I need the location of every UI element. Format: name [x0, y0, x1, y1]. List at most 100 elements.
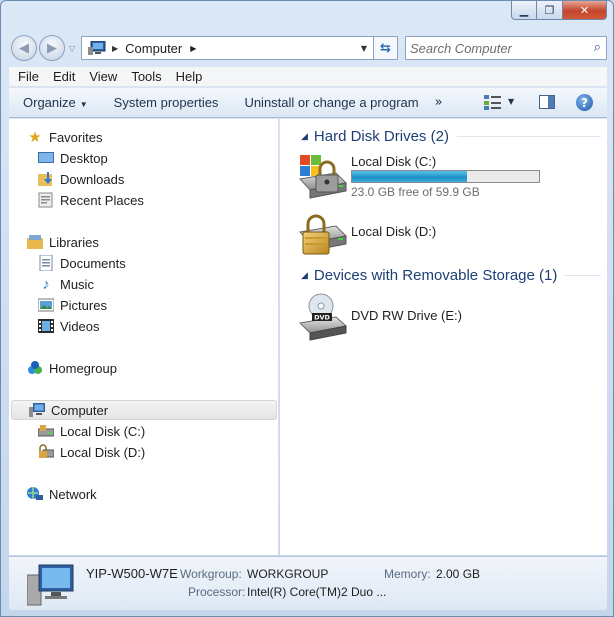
breadcrumb-separator-icon[interactable]: ▶	[112, 44, 118, 53]
content-pane: ◢ Hard Disk Drives (2) Local Disk (C:) 2…	[280, 119, 607, 555]
nav-computer-label: Computer	[51, 402, 109, 418]
close-button[interactable]: ✕	[563, 1, 607, 20]
memory-label: Memory:	[384, 567, 431, 581]
group-divider	[565, 275, 601, 276]
collapse-triangle-icon[interactable]: ◢	[301, 132, 308, 142]
nav-local-disk-d-label: Local Disk (D:)	[60, 444, 146, 460]
back-button[interactable]: ◀	[11, 35, 37, 61]
restore-icon: ❐	[544, 3, 555, 17]
uninstall-program-button[interactable]: Uninstall or change a program	[236, 95, 426, 110]
nav-homegroup-label: Homegroup	[49, 360, 117, 376]
search-input[interactable]	[410, 40, 580, 56]
nav-videos-label: Videos	[60, 318, 100, 334]
nav-documents[interactable]: Documents	[38, 253, 126, 273]
group-hard-disk-drives[interactable]: ◢ Hard Disk Drives (2)	[301, 128, 601, 145]
collapse-triangle-icon[interactable]: ◢	[301, 271, 308, 281]
back-arrow-icon: ◀	[19, 40, 29, 56]
menu-view[interactable]: View	[84, 69, 122, 84]
view-dropdown-icon[interactable]: ▼	[508, 97, 514, 106]
libraries-icon	[27, 235, 43, 249]
nav-pictures[interactable]: Pictures	[38, 295, 107, 315]
group-divider	[456, 136, 601, 137]
workgroup-value: WORKGROUP	[247, 567, 329, 581]
downloads-folder-icon	[38, 172, 52, 186]
caption-buttons: ▁ ❐ ✕	[511, 1, 607, 20]
forward-button[interactable]: ▶	[39, 35, 65, 61]
drive-local-disk-c[interactable]: Local Disk (C:) 23.0 GB free of 59.9 GB	[298, 153, 598, 203]
dvd-drive-icon: DVD	[298, 293, 348, 341]
search-icon[interactable]: ⌕	[594, 40, 601, 55]
menu-bar: File Edit View Tools Help	[9, 67, 607, 87]
menu-edit[interactable]: Edit	[48, 69, 80, 84]
workgroup-label: Workgroup:	[180, 567, 242, 581]
nav-local-disk-c-label: Local Disk (C:)	[60, 423, 146, 439]
nav-libraries-label: Libraries	[49, 234, 99, 250]
drive-c-free-space: 23.0 GB free of 59.9 GB	[351, 185, 480, 199]
nav-recent-places[interactable]: Recent Places	[38, 190, 144, 210]
nav-favorites-label: Favorites	[49, 129, 103, 145]
minimize-button[interactable]: ▁	[511, 1, 537, 20]
address-bar[interactable]: ▶ Computer ▶ ▼	[81, 36, 374, 60]
nav-local-disk-d[interactable]: Local Disk (D:)	[38, 442, 145, 462]
system-drive-icon	[38, 425, 54, 437]
search-box[interactable]: ⌕	[405, 36, 607, 60]
group-title: Devices with Removable Storage (1)	[313, 267, 558, 284]
nav-network[interactable]: Network	[27, 484, 97, 504]
nav-local-disk-c[interactable]: Local Disk (C:)	[38, 421, 145, 441]
star-icon: ★	[28, 129, 42, 146]
navigation-pane: ★ Favorites Desktop Downloads Recent Pla…	[9, 119, 279, 555]
locked-drive-icon	[299, 214, 348, 255]
nav-music[interactable]: ♪ Music	[38, 274, 94, 294]
nav-favorites[interactable]: ★ Favorites	[27, 127, 102, 147]
menu-file[interactable]: File	[13, 69, 44, 84]
refresh-button[interactable]: ⇆	[374, 36, 398, 60]
pictures-icon	[38, 298, 54, 312]
group-removable-storage[interactable]: ◢ Devices with Removable Storage (1)	[301, 267, 601, 284]
organize-label: Organize	[23, 95, 76, 110]
nav-libraries[interactable]: Libraries	[27, 232, 99, 252]
change-view-icon[interactable]	[483, 94, 503, 111]
nav-desktop-label: Desktop	[60, 150, 108, 166]
nav-recent-places-label: Recent Places	[60, 192, 144, 208]
details-pane: YIP-W500-W7E Workgroup: WORKGROUP Memory…	[9, 556, 607, 610]
command-bar: Organize ▼ System properties Uninstall or…	[9, 88, 607, 118]
forward-arrow-icon: ▶	[47, 40, 57, 56]
computer-icon	[88, 41, 106, 55]
nav-downloads[interactable]: Downloads	[38, 169, 124, 189]
chevron-down-icon: ▼	[79, 100, 88, 109]
nav-homegroup[interactable]: Homegroup	[27, 358, 117, 378]
nav-desktop[interactable]: Desktop	[38, 148, 108, 168]
locked-drive-icon	[39, 444, 54, 458]
drive-dvd-rw-e[interactable]: DVD DVD RW Drive (E:)	[298, 293, 598, 343]
drive-c-name: Local Disk (C:)	[351, 154, 437, 169]
menu-help[interactable]: Help	[171, 69, 208, 84]
system-drive-icon	[299, 155, 348, 199]
recent-pages-dropdown[interactable]: ▽	[69, 44, 75, 53]
breadcrumb-arrow-icon[interactable]: ▶	[190, 44, 196, 53]
drive-e-name: DVD RW Drive (E:)	[351, 308, 462, 323]
explorer-window: ▁ ❐ ✕ ◀ ▶ ▽ ▶ Computer ▶ ▼ ⇆ ⌕ File Edit	[0, 0, 614, 617]
drive-c-usage-fill	[352, 171, 468, 182]
nav-computer[interactable]: Computer	[11, 400, 277, 420]
computer-icon	[29, 403, 45, 417]
homegroup-icon	[28, 361, 42, 374]
memory-value: 2.00 GB	[436, 567, 481, 581]
menu-tools[interactable]: Tools	[126, 69, 166, 84]
address-dropdown-icon[interactable]: ▼	[361, 44, 367, 53]
computer-icon	[27, 564, 74, 606]
nav-videos[interactable]: Videos	[38, 316, 100, 336]
minimize-icon: ▁	[519, 3, 529, 17]
system-properties-button[interactable]: System properties	[106, 95, 227, 110]
drive-local-disk-d[interactable]: Local Disk (D:)	[298, 210, 598, 260]
maximize-button[interactable]: ❐	[537, 1, 563, 20]
more-commands-button[interactable]: »	[435, 95, 443, 110]
nav-music-label: Music	[60, 276, 94, 292]
network-icon	[27, 487, 43, 500]
drive-c-usage-bar	[351, 170, 540, 183]
nav-pictures-label: Pictures	[60, 297, 107, 313]
help-icon[interactable]: ?	[576, 94, 593, 111]
breadcrumb-computer[interactable]: Computer	[125, 41, 182, 56]
preview-pane-icon[interactable]	[539, 95, 555, 109]
music-icon: ♪	[42, 275, 50, 293]
organize-button[interactable]: Organize ▼	[15, 95, 96, 110]
